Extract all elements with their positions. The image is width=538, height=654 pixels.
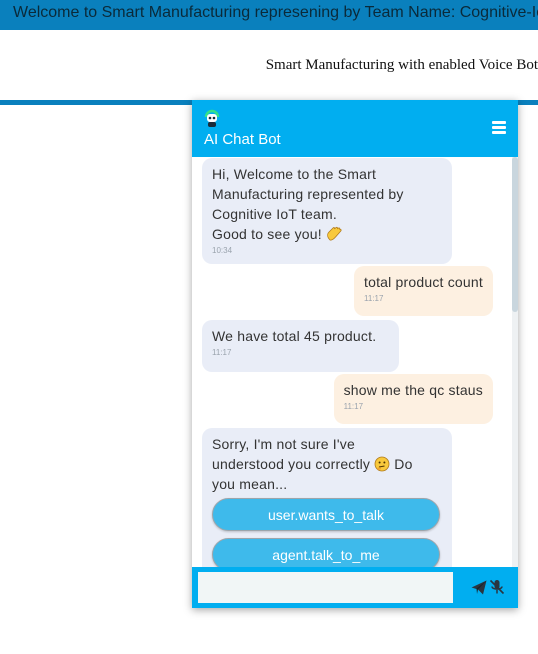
welcome-marquee-text: Welcome to Smart Manufacturing represeni… xyxy=(13,4,538,21)
bot-message: Sorry, I'm not sure I've understood you … xyxy=(202,428,452,567)
chat-widget: AI Chat Bot Hi, Welcome to the Smart Man… xyxy=(192,100,518,608)
bot-message: Hi, Welcome to the Smart Manufacturing r… xyxy=(202,158,452,264)
message-time: 10:34 xyxy=(212,246,233,255)
message-text-start: Sorry, I'm not sure I've understood you … xyxy=(212,436,371,472)
message-time: 11:17 xyxy=(364,294,384,303)
message-text: show me the qc staus xyxy=(343,382,483,398)
hamburger-menu-icon[interactable] xyxy=(492,121,506,134)
send-icon[interactable] xyxy=(471,580,487,595)
message-input[interactable] xyxy=(198,572,453,603)
page-subtitle: Smart Manufacturing with enabled Voice B… xyxy=(265,57,538,73)
suggestion-button-user-wants-to-talk[interactable]: user.wants_to_talk xyxy=(212,498,440,531)
message-time: 11:17 xyxy=(343,402,364,411)
user-message: show me the qc staus 11:17 xyxy=(333,374,493,424)
mic-off-icon[interactable] xyxy=(488,578,506,596)
message-list: Hi, Welcome to the Smart Manufacturing r… xyxy=(192,157,512,567)
chat-header: AI Chat Bot xyxy=(192,100,518,157)
chat-title: AI Chat Bot xyxy=(204,131,281,148)
message-time: 11:17 xyxy=(212,348,232,357)
welcome-marquee: Welcome to Smart Manufacturing represeni… xyxy=(0,0,538,30)
thinking-face-icon xyxy=(374,456,390,472)
scrollbar-thumb[interactable] xyxy=(512,157,518,312)
waving-hand-icon xyxy=(327,226,342,241)
message-text: We have total 45 product. xyxy=(212,328,377,344)
robot-icon xyxy=(204,109,220,127)
message-scrollbar[interactable] xyxy=(512,157,518,567)
suggestion-button-agent-talk-to-me[interactable]: agent.talk_to_me xyxy=(212,538,440,567)
message-composer xyxy=(192,567,518,608)
message-text: Hi, Welcome to the Smart Manufacturing r… xyxy=(212,166,404,242)
user-message: total product count 11:17 xyxy=(354,266,493,316)
message-text: total product count xyxy=(364,274,483,290)
bot-message: We have total 45 product. 11:17 xyxy=(202,320,399,372)
